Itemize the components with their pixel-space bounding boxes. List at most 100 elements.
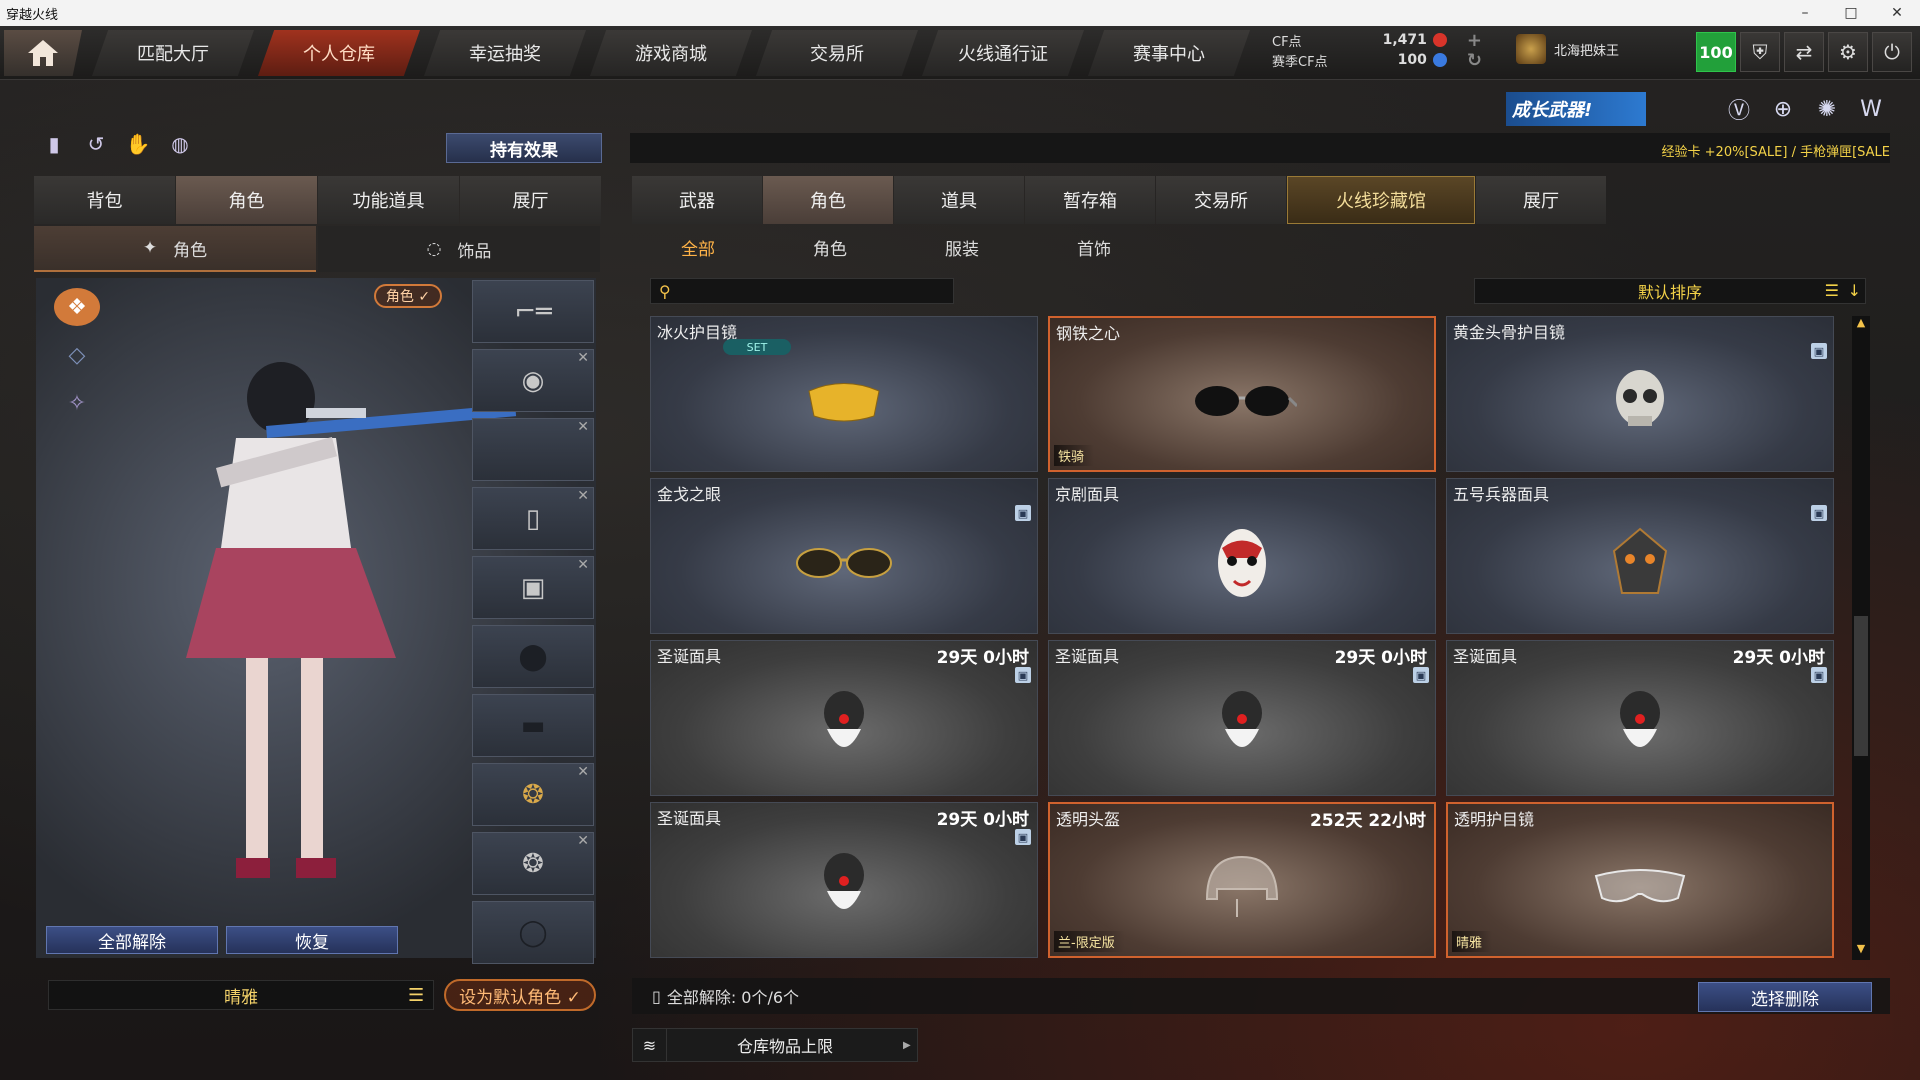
- slot-weapon[interactable]: ⌐═: [472, 280, 594, 343]
- add-cf-icon[interactable]: +: [1467, 30, 1482, 51]
- slot-pet-gold[interactable]: ❂ ✕: [472, 763, 594, 826]
- refresh-icon[interactable]: ↻: [1467, 50, 1482, 71]
- nav-tab-warehouse[interactable]: 个人仓库: [258, 30, 420, 76]
- left-tab-showroom[interactable]: 展厅: [460, 176, 601, 224]
- nav-tab-exchange[interactable]: 交易所: [756, 30, 918, 76]
- item-card[interactable]: 透明护目镜 晴雅: [1446, 802, 1834, 958]
- subtab-accessory[interactable]: ◌ 饰品: [318, 226, 600, 272]
- lock-icon[interactable]: ▣: [1015, 505, 1031, 521]
- nav-tab-events[interactable]: 赛事中心: [1088, 30, 1250, 76]
- nav-tab-match-hall[interactable]: 匹配大厅: [92, 30, 254, 76]
- scroll-up-icon[interactable]: ▲: [1852, 316, 1870, 334]
- nav-tab-shop[interactable]: 游戏商城: [590, 30, 752, 76]
- scrollbar[interactable]: ▲ ▼: [1852, 316, 1870, 960]
- item-card[interactable]: 五号兵器面具 ▣: [1446, 478, 1834, 634]
- right-tab-exchange[interactable]: 交易所: [1156, 176, 1286, 224]
- globe-icon[interactable]: ⊕: [1768, 94, 1798, 124]
- sort-dropdown[interactable]: 默认排序 ☰ ↓: [1474, 278, 1866, 304]
- close-button[interactable]: ✕: [1874, 5, 1920, 21]
- item-card[interactable]: 冰火护目镜 SET: [650, 316, 1038, 472]
- lock-icon[interactable]: ▣: [1811, 667, 1827, 683]
- maximize-button[interactable]: □: [1828, 5, 1874, 21]
- storage-limit-button[interactable]: ≋ 仓库物品上限 ▶: [632, 1028, 918, 1062]
- right-tab-items[interactable]: 道具: [894, 176, 1024, 224]
- lock-icon[interactable]: ▣: [1015, 667, 1031, 683]
- slot-legs[interactable]: ▬: [472, 694, 594, 757]
- slot-helmet[interactable]: ◉ ✕: [472, 349, 594, 412]
- left-tab-character[interactable]: 角色: [176, 176, 317, 224]
- power-icon[interactable]: ⏻: [1872, 32, 1912, 72]
- shield-icon[interactable]: ⛨: [1740, 32, 1780, 72]
- lock-icon[interactable]: ▣: [1811, 505, 1827, 521]
- item-card[interactable]: 透明头盔 252天 22小时 兰-限定版: [1048, 802, 1436, 958]
- item-card[interactable]: 金戈之眼 ▣: [650, 478, 1038, 634]
- filter-character[interactable]: 角色: [764, 232, 896, 262]
- right-tab-character[interactable]: 角色: [763, 176, 893, 224]
- item-card[interactable]: 圣诞面具 29天 0小时 ▣: [1048, 640, 1436, 796]
- level-badge[interactable]: 100: [1696, 32, 1736, 72]
- search-input[interactable]: [678, 283, 953, 299]
- subtab-character[interactable]: ✦ 角色: [34, 226, 316, 272]
- item-card[interactable]: 圣诞面具 29天 0小时 ▣: [1446, 640, 1834, 796]
- remove-icon[interactable]: ✕: [577, 833, 589, 849]
- remove-icon[interactable]: ✕: [577, 419, 589, 435]
- role-badge[interactable]: 角色 ✓: [374, 284, 442, 308]
- slot-ring[interactable]: ◯: [472, 901, 594, 964]
- mask-icon[interactable]: ◇: [54, 336, 100, 374]
- history-icon[interactable]: ↺: [82, 130, 110, 158]
- wing-icon[interactable]: W: [1856, 94, 1886, 124]
- settings-icon[interactable]: ⚙: [1828, 32, 1868, 72]
- scroll-thumb[interactable]: [1854, 616, 1868, 756]
- scroll-down-icon[interactable]: ▼: [1852, 942, 1870, 960]
- left-tab-items[interactable]: 功能道具: [318, 176, 459, 224]
- nav-tab-pass[interactable]: 火线通行证: [922, 30, 1084, 76]
- nav-tab-lottery[interactable]: 幸运抽奖: [424, 30, 586, 76]
- ranking-icon[interactable]: ▮: [40, 130, 68, 158]
- right-tab-showroom[interactable]: 展厅: [1476, 176, 1606, 224]
- item-card[interactable]: 黄金头骨护目镜 ▣: [1446, 316, 1834, 472]
- player-info[interactable]: 北海把妹王: [1516, 34, 1619, 64]
- slot-backpack[interactable]: ▣ ✕: [472, 556, 594, 619]
- growth-weapon-banner[interactable]: 成长武器!: [1506, 92, 1646, 126]
- remove-icon[interactable]: ✕: [577, 350, 589, 366]
- left-tab-backpack[interactable]: 背包: [34, 176, 175, 224]
- item-card[interactable]: 圣诞面具 29天 0小时 ▣: [650, 802, 1038, 958]
- sort-direction-icon[interactable]: ↓: [1848, 281, 1861, 300]
- bird-icon[interactable]: ✧: [54, 384, 100, 422]
- minimize-button[interactable]: –: [1782, 5, 1828, 21]
- slot-item[interactable]: ▯ ✕: [472, 487, 594, 550]
- held-effects-button[interactable]: 持有效果: [446, 133, 602, 163]
- right-tab-storage[interactable]: 暂存箱: [1025, 176, 1155, 224]
- select-delete-button[interactable]: 选择删除: [1698, 982, 1872, 1012]
- filter-all[interactable]: 全部: [632, 232, 764, 262]
- restore-button[interactable]: 恢复: [226, 926, 398, 954]
- search-box[interactable]: ⚲: [650, 278, 954, 304]
- list-icon[interactable]: ☰: [1825, 281, 1839, 300]
- filter-clothing[interactable]: 服装: [896, 232, 1028, 262]
- slot-empty-1[interactable]: ✕: [472, 418, 594, 481]
- remove-icon[interactable]: ✕: [577, 557, 589, 573]
- character-name[interactable]: 晴雅: [48, 980, 434, 1010]
- remove-icon[interactable]: ✕: [577, 488, 589, 504]
- v-badge-icon[interactable]: Ⓥ: [1724, 94, 1754, 124]
- bag-icon[interactable]: ◍: [166, 130, 194, 158]
- right-tab-collection[interactable]: 火线珍藏馆: [1287, 176, 1475, 224]
- wolf-icon[interactable]: ✺: [1812, 94, 1842, 124]
- right-tab-weapons[interactable]: 武器: [632, 176, 762, 224]
- unequip-all-button[interactable]: 全部解除: [46, 926, 218, 954]
- lock-icon[interactable]: ▣: [1413, 667, 1429, 683]
- lock-icon[interactable]: ▣: [1811, 343, 1827, 359]
- set-default-character-button[interactable]: 设为默认角色 ✓: [444, 979, 596, 1011]
- remove-icon[interactable]: ✕: [577, 764, 589, 780]
- eagle-icon[interactable]: ❖: [54, 288, 100, 326]
- home-button[interactable]: [4, 30, 82, 76]
- menu-icon[interactable]: ☰: [408, 985, 424, 1006]
- slot-body[interactable]: ⬤: [472, 625, 594, 688]
- item-card[interactable]: 钢铁之心 铁骑: [1048, 316, 1436, 472]
- bookmark-icon[interactable]: ▯: [652, 987, 661, 1006]
- lock-icon[interactable]: ▣: [1015, 829, 1031, 845]
- item-card[interactable]: 京剧面具: [1048, 478, 1436, 634]
- slot-pet-silver[interactable]: ❂ ✕: [472, 832, 594, 895]
- filter-jewelry[interactable]: 首饰: [1028, 232, 1160, 262]
- character-pose-icon[interactable]: ✋: [124, 130, 152, 158]
